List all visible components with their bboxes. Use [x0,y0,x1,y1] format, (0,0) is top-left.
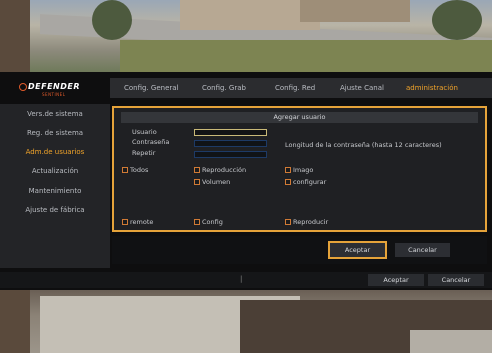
checkbox-todos[interactable]: Todos [122,166,148,175]
tab-config-general[interactable]: Config. General [124,78,179,98]
house [180,0,320,30]
checkbox-box[interactable] [122,219,128,225]
dialog-accept-button[interactable]: Aceptar [328,241,387,259]
checkbox-box[interactable] [194,179,200,185]
checkbox-box[interactable] [194,167,200,173]
checkbox-box[interactable] [285,219,291,225]
sidebar-item-update[interactable]: Actualización [0,162,110,180]
checkbox-box[interactable] [285,167,291,173]
checkbox-box[interactable] [285,179,291,185]
add-user-panel: Agregar usuario Usuario Contraseña Longi… [112,106,487,232]
checkbox-label: remote [130,218,154,226]
dialog-cancel-button[interactable]: Cancelar [395,243,450,257]
checkbox-label: Volumen [202,178,231,186]
checkbox-label: Config [202,218,223,226]
checkbox-imago[interactable]: Imago [285,166,313,175]
checkbox-label: Reproducir [293,218,329,226]
sidebar-item-users[interactable]: Adm.de usuarios [0,143,110,161]
logo-brand: DEFENDER [28,82,80,91]
sidebar-item-log[interactable]: Reg. de sistema [0,124,110,142]
footer-cancel-button[interactable]: Cancelar [428,274,484,286]
porch-pillar [0,0,30,72]
tab-config-grab[interactable]: Config. Grab [202,78,246,98]
repeat-label: Repetir [132,149,156,157]
username-label: Usuario [132,128,157,136]
footer-separator: | [240,275,243,283]
checkbox-label: Reproducción [202,166,247,174]
checkbox-label: Imago [293,166,314,174]
footer-bar: | Aceptar Cancelar [0,272,492,288]
sidebar-item-version[interactable]: Vers.de sistema [0,105,110,123]
lawn [120,40,492,72]
password-hint: Longitud de la contraseña (hasta 12 cara… [285,141,442,149]
checkbox-box[interactable] [122,167,128,173]
checkbox-box[interactable] [194,219,200,225]
tree [432,0,482,40]
password-input[interactable] [194,140,267,147]
checkbox-config[interactable]: Config [194,218,223,227]
footer-accept-button[interactable]: Aceptar [368,274,424,286]
checkbox-label: Todos [130,166,149,174]
tab-bar: Config. General Config. Grab Config. Red… [110,78,492,98]
checkbox-reproducir[interactable]: Reproducir [285,218,328,227]
porch-pillar [0,290,30,353]
password-label: Contraseña [132,138,170,146]
brand-logo: DEFENDER SENTINEL [19,82,90,100]
checkbox-label: configurar [293,178,327,186]
tab-config-red[interactable]: Config. Red [275,78,315,98]
house [300,0,410,22]
panel-title: Agregar usuario [121,112,478,123]
checkbox-reproduccion[interactable]: Reproducción [194,166,246,175]
tab-ajuste-canal[interactable]: Ajuste Canal [340,78,384,98]
logo-mark-icon [19,83,27,91]
sidebar: Vers.de sistema Reg. de sistema Adm.de u… [0,104,110,268]
checkbox-configurar[interactable]: configurar [285,178,326,187]
dialog-button-row: Aceptar Cancelar [112,236,487,264]
tree [92,0,132,40]
tab-administracion[interactable]: administración [406,78,458,98]
checkbox-volumen[interactable]: Volumen [194,178,230,187]
checkbox-remote[interactable]: remote [122,218,153,227]
stones [410,330,492,353]
logo-tagline: SENTINEL [42,92,66,97]
username-input[interactable] [194,129,267,136]
sidebar-item-factory-reset[interactable]: Ajuste de fábrica [0,201,110,219]
sidebar-item-maintenance[interactable]: Mantenimiento [0,182,110,200]
camera-feed-top [0,0,492,72]
repeat-password-input[interactable] [194,151,267,158]
